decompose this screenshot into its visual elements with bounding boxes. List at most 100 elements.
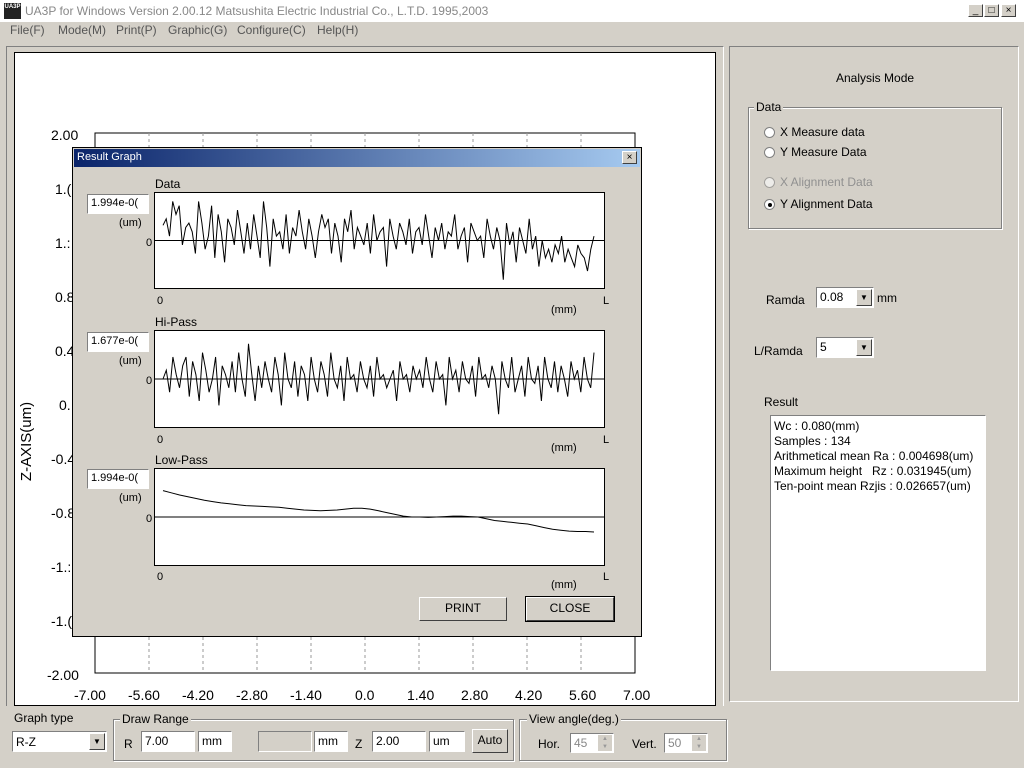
result-line: Wc : 0.080(mm) bbox=[774, 419, 860, 433]
graph-data-box bbox=[154, 192, 605, 289]
radio-x-alignment[interactable] bbox=[764, 177, 775, 188]
result-line: Arithmetical mean Ra : 0.004698(um) bbox=[774, 449, 974, 463]
ramda-label: Ramda bbox=[766, 293, 805, 307]
x-tick: -5.60 bbox=[128, 687, 160, 703]
y-tick: -1.: bbox=[51, 559, 72, 575]
chevron-down-icon[interactable]: ▼ bbox=[856, 289, 872, 306]
menu-bar: File(F) Mode(M) Print(P) Graphic(G) Conf… bbox=[0, 22, 1024, 39]
chevron-down-icon[interactable]: ▼ bbox=[856, 339, 872, 356]
x-tick: 4.20 bbox=[515, 687, 543, 703]
blank-input bbox=[258, 731, 312, 752]
draw-range-label: Draw Range bbox=[120, 712, 191, 726]
graph-hipass-zero: 0 bbox=[146, 375, 153, 387]
menu-file[interactable]: File(F) bbox=[10, 23, 45, 37]
radio-y-alignment[interactable] bbox=[764, 199, 775, 210]
maximize-button[interactable]: □ bbox=[984, 4, 999, 17]
graph-hipass-box bbox=[154, 330, 605, 428]
series-line bbox=[162, 490, 595, 533]
result-listbox[interactable]: Wc : 0.080(mm) Samples : 134 Arithmetica… bbox=[770, 415, 986, 671]
graph-lowpass-svg bbox=[155, 490, 604, 533]
lramda-value: 5 bbox=[820, 340, 827, 354]
right-panel: Analysis Mode Data X Measure data Y Meas… bbox=[729, 46, 1019, 702]
ramda-select[interactable]: 0.08 ▼ bbox=[816, 287, 874, 308]
graph-data-scale: 1.994e-0( bbox=[87, 194, 149, 214]
hor-value: 45 bbox=[574, 736, 588, 750]
menu-print[interactable]: Print(P) bbox=[116, 23, 157, 37]
graph-lowpass-unit: (um) bbox=[119, 492, 142, 504]
dialog-title-bar: Result Graph bbox=[74, 149, 640, 167]
graph-hipass-xunit: (mm) bbox=[551, 442, 577, 454]
graph-data-xend: L bbox=[603, 295, 610, 307]
graph-type-select[interactable]: R-Z ▼ bbox=[12, 731, 107, 752]
y-tick: 0. bbox=[59, 397, 71, 413]
y-tick: -2.00 bbox=[47, 667, 79, 683]
graph-lowpass-zero: 0 bbox=[146, 513, 153, 525]
menu-configure[interactable]: Configure(C) bbox=[237, 23, 306, 37]
spinner-arrows-icon[interactable]: ▲ ▼ bbox=[598, 735, 612, 751]
x-tick: -1.40 bbox=[290, 687, 322, 703]
x-tick: 7.00 bbox=[623, 687, 651, 703]
graph-hipass-svg bbox=[155, 343, 604, 415]
radio-y-measure[interactable] bbox=[764, 147, 775, 158]
dialog-title: Result Graph bbox=[77, 151, 142, 163]
y-axis-label: Z-AXIS(um) bbox=[18, 401, 36, 482]
graph-type-label: Graph type bbox=[14, 711, 74, 725]
x-tick: 0.0 bbox=[355, 687, 375, 703]
z-label: Z bbox=[355, 737, 363, 751]
menu-mode[interactable]: Mode(M) bbox=[58, 23, 106, 37]
r-input[interactable]: 7.00 bbox=[141, 731, 195, 752]
radio-y-alignment-label: Y Alignment Data bbox=[780, 197, 873, 211]
auto-button[interactable]: Auto bbox=[472, 729, 508, 753]
hor-spinner[interactable]: 45 ▲ ▼ bbox=[570, 733, 614, 753]
chevron-down-icon[interactable]: ▼ bbox=[89, 733, 105, 750]
radio-y-measure-label: Y Measure Data bbox=[780, 145, 867, 159]
blank-unit: mm bbox=[314, 731, 348, 752]
result-label: Result bbox=[764, 395, 799, 409]
vert-spinner[interactable]: 50 ▲ ▼ bbox=[664, 733, 708, 753]
y-tick: 1.: bbox=[55, 235, 71, 251]
print-button[interactable]: PRINT bbox=[419, 597, 507, 621]
r-unit: mm bbox=[198, 731, 232, 752]
x-tick: 1.40 bbox=[407, 687, 435, 703]
r-label: R bbox=[124, 737, 133, 751]
result-graph-dialog: Result Graph × Data 1.994e-0( (um) 0 0 (… bbox=[72, 147, 642, 637]
ramda-unit: mm bbox=[877, 291, 897, 305]
dialog-close-icon[interactable]: × bbox=[622, 151, 637, 164]
radio-x-measure-label: X Measure data bbox=[780, 125, 865, 139]
graph-hipass-scale: 1.677e-0( bbox=[87, 332, 149, 352]
title-bar: UA3P UA3P for Windows Version 2.00.12 Ma… bbox=[0, 0, 1024, 23]
graph-data-xunit: (mm) bbox=[551, 304, 577, 316]
ramda-value: 0.08 bbox=[820, 290, 844, 304]
graph-lowpass-scale: 1.994e-0( bbox=[87, 469, 149, 489]
graph-hipass-unit: (um) bbox=[119, 355, 142, 367]
lramda-select[interactable]: 5 ▼ bbox=[816, 337, 874, 358]
result-line: Maximum height Rz : 0.031945(um) bbox=[774, 464, 972, 478]
menu-help[interactable]: Help(H) bbox=[317, 23, 358, 37]
close-button[interactable]: CLOSE bbox=[525, 596, 615, 622]
spinner-arrows-icon[interactable]: ▲ ▼ bbox=[692, 735, 706, 751]
x-tick: 2.80 bbox=[461, 687, 489, 703]
view-angle-label: View angle(deg.) bbox=[527, 712, 621, 726]
graph-lowpass-box bbox=[154, 468, 605, 566]
minimize-button[interactable]: _ bbox=[968, 4, 983, 17]
data-group-label: Data bbox=[754, 100, 784, 114]
graph-lowpass-label: Low-Pass bbox=[155, 453, 208, 467]
graph-data-x0: 0 bbox=[157, 295, 164, 307]
graph-data-svg bbox=[155, 201, 604, 280]
graph-type-value: R-Z bbox=[16, 735, 36, 749]
z-unit: um bbox=[429, 731, 465, 752]
z-input[interactable]: 2.00 bbox=[372, 731, 426, 752]
radio-x-measure[interactable] bbox=[764, 127, 775, 138]
x-tick: 5.60 bbox=[569, 687, 597, 703]
graph-hipass-x0: 0 bbox=[157, 434, 164, 446]
graph-data-unit: (um) bbox=[119, 217, 142, 229]
graph-data-label: Data bbox=[155, 177, 181, 191]
close-window-button[interactable]: × bbox=[1001, 4, 1016, 17]
window-title: UA3P for Windows Version 2.00.12 Matsush… bbox=[25, 4, 489, 18]
radio-x-alignment-label: X Alignment Data bbox=[780, 175, 873, 189]
menu-graphic[interactable]: Graphic(G) bbox=[168, 23, 227, 37]
graph-lowpass-x0: 0 bbox=[157, 571, 164, 583]
graph-hipass-xend: L bbox=[603, 434, 610, 446]
result-line: Samples : 134 bbox=[774, 434, 851, 448]
graph-data-zero: 0 bbox=[146, 237, 153, 249]
